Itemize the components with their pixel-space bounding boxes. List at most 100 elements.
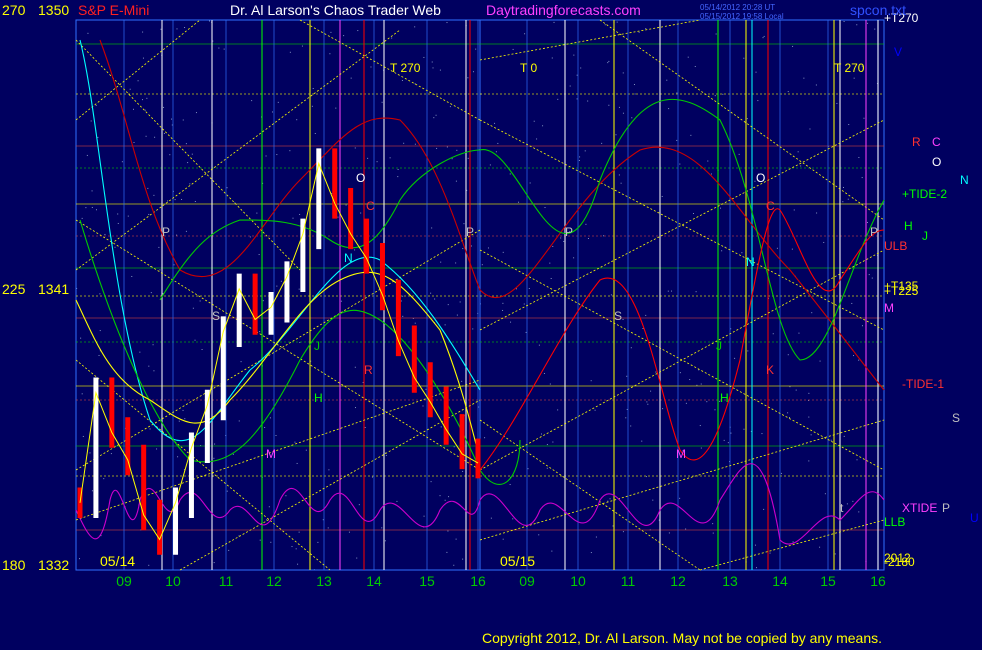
noise-dot [874, 28, 876, 30]
x-tick-label: 11 [219, 573, 234, 589]
noise-dot [214, 443, 216, 445]
noise-dot [494, 122, 496, 124]
noise-dot [612, 525, 614, 527]
noise-dot [803, 77, 805, 79]
noise-dot [569, 85, 571, 87]
noise-dot [228, 549, 230, 551]
noise-dot [154, 136, 156, 138]
noise-dot [181, 198, 183, 200]
noise-dot [439, 69, 441, 71]
noise-dot [327, 527, 329, 529]
noise-dot [695, 291, 697, 293]
timestamp-local: 05/15/2012 19:58 Local [700, 12, 784, 21]
noise-dot [622, 72, 624, 74]
site-link[interactable]: Daytradingforecasts.com [486, 2, 641, 18]
noise-dot [738, 153, 740, 155]
time-marker-label: T 270 [390, 61, 421, 75]
y-tick-scale: 225 [2, 281, 26, 297]
noise-dot [455, 262, 457, 264]
noise-dot [484, 437, 486, 439]
noise-dot [792, 541, 794, 543]
noise-dot [538, 344, 540, 346]
right-margin-label: N [960, 173, 969, 187]
angle-line [479, 19, 701, 61]
noise-dot [148, 213, 150, 215]
noise-dot [741, 252, 743, 254]
noise-dot [384, 540, 386, 542]
event-letter: N [746, 255, 755, 269]
noise-dot [700, 447, 702, 449]
right-margin-label: J [922, 229, 928, 243]
noise-dot [634, 93, 636, 95]
noise-dot [462, 470, 464, 472]
noise-dot [676, 92, 678, 94]
noise-dot [182, 119, 184, 121]
noise-dot [129, 88, 131, 90]
noise-dot [264, 426, 266, 428]
noise-dot [509, 173, 511, 175]
noise-dot [354, 249, 356, 251]
noise-dot [423, 515, 425, 517]
noise-dot [367, 157, 369, 159]
noise-dot [715, 33, 717, 35]
noise-dot [147, 187, 149, 189]
noise-dot [819, 546, 821, 548]
noise-dot [852, 500, 854, 502]
noise-dot [551, 550, 553, 552]
event-letter: H [720, 391, 729, 405]
right-margin-label: R [912, 135, 921, 149]
noise-dot [158, 246, 160, 248]
noise-dot [472, 328, 474, 330]
noise-dot [699, 425, 701, 427]
noise-dot [523, 303, 525, 305]
noise-dot [762, 37, 764, 39]
noise-dot [301, 45, 303, 47]
right-margin-label: V [894, 45, 902, 59]
indicator-curve [75, 271, 481, 461]
noise-dot [727, 442, 729, 444]
noise-dot [262, 300, 264, 302]
right-margin-label: LLB [884, 515, 905, 529]
noise-dot [456, 314, 458, 316]
noise-dot [851, 302, 853, 304]
noise-dot [340, 300, 342, 302]
noise-dot [142, 57, 144, 59]
noise-dot [414, 143, 416, 145]
noise-dot [856, 459, 858, 461]
noise-dot [655, 371, 657, 373]
noise-dot [258, 254, 260, 256]
noise-dot [666, 79, 668, 81]
event-letter: M [266, 447, 276, 461]
noise-dot [587, 100, 589, 102]
timestamp-ut: 05/14/2012 20:28 UT [700, 3, 776, 12]
noise-dot [641, 440, 643, 442]
y-tick-scale: 180 [2, 557, 26, 573]
noise-dot [330, 31, 332, 33]
noise-dot [743, 428, 745, 430]
noise-dot [631, 117, 633, 119]
copyright-notice: Copyright 2012, Dr. Al Larson. May not b… [482, 630, 883, 646]
noise-dot [467, 157, 469, 159]
noise-dot [756, 567, 758, 569]
noise-dot [552, 245, 554, 247]
noise-dot [706, 401, 708, 403]
noise-dot [270, 541, 272, 543]
event-letter: t [840, 501, 844, 515]
noise-dot [91, 206, 93, 208]
noise-dot [630, 347, 632, 349]
noise-dot [608, 104, 610, 106]
noise-dot [292, 217, 294, 219]
noise-dot [518, 201, 520, 203]
angle-line [75, 229, 481, 471]
y-scale-top: 270 [2, 2, 26, 18]
noise-dot [199, 300, 201, 302]
noise-dot [117, 222, 119, 224]
noise-dot [792, 45, 794, 47]
noise-dot [462, 558, 464, 560]
noise-dot [795, 389, 797, 391]
noise-dot [470, 245, 472, 247]
noise-dot [299, 213, 301, 215]
noise-dot [472, 71, 474, 73]
noise-dot [223, 48, 225, 50]
noise-dot [191, 153, 193, 155]
